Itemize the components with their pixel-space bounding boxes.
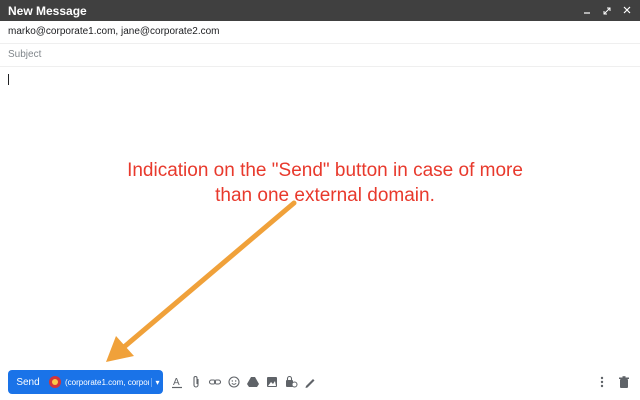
send-options-dropdown[interactable]: ▾	[151, 377, 163, 387]
window-controls	[582, 3, 632, 17]
emoji-icon[interactable]	[226, 374, 242, 390]
send-button-group: Send (corporate1.com, corporate ▾	[8, 370, 163, 394]
subject-placeholder: Subject	[8, 49, 42, 60]
signature-icon[interactable]	[302, 374, 318, 390]
external-domains-label: (corporate1.com, corporate	[65, 377, 149, 387]
compose-titlebar: New Message	[0, 0, 640, 21]
link-icon[interactable]	[207, 374, 223, 390]
annotation-text: Indication on the "Send" button in case …	[120, 158, 530, 208]
minimize-icon[interactable]	[582, 3, 592, 17]
subject-field[interactable]: Subject	[0, 44, 640, 67]
right-toolbar-icons	[594, 374, 632, 390]
external-domain-badge-icon	[49, 376, 61, 388]
formatting-icons: A	[169, 374, 318, 390]
more-options-icon[interactable]	[594, 374, 610, 390]
recipients-field[interactable]: marko@corporate1.com, jane@corporate2.co…	[0, 21, 640, 44]
expand-icon[interactable]	[602, 3, 612, 17]
text-caret	[8, 74, 9, 85]
delete-icon[interactable]	[616, 374, 632, 390]
send-button[interactable]: Send	[8, 377, 48, 388]
annotation-line-2: than one external domain.	[215, 185, 435, 206]
compose-toolbar: Send (corporate1.com, corporate ▾ A	[0, 368, 640, 396]
window-title: New Message	[8, 4, 87, 18]
close-icon[interactable]	[622, 3, 632, 17]
confidential-icon[interactable]	[283, 374, 299, 390]
format-text-icon[interactable]: A	[169, 374, 185, 390]
photo-icon[interactable]	[264, 374, 280, 390]
attach-icon[interactable]	[188, 374, 204, 390]
recipients-value: marko@corporate1.com, jane@corporate2.co…	[8, 26, 220, 37]
annotation-line-1: Indication on the "Send" button in case …	[127, 160, 523, 181]
message-body[interactable]	[0, 67, 640, 362]
drive-icon[interactable]	[245, 374, 261, 390]
svg-text:A: A	[173, 377, 180, 388]
